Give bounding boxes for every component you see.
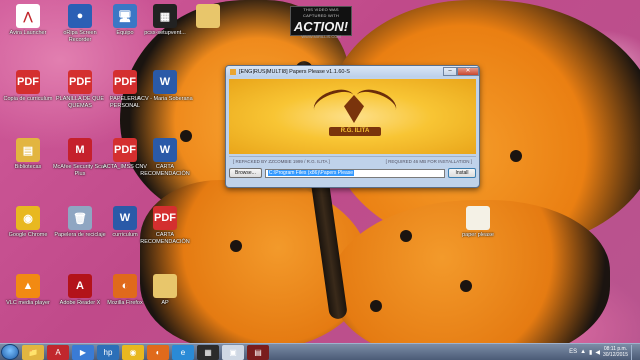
installer-window[interactable]: [ENG|RUS|MULTI8] Papers Please v1.1.60-S… bbox=[225, 65, 480, 188]
desktop-icon-label: pcsx-setupvent... bbox=[144, 30, 186, 36]
install-path-value: C:\Program Files (x86)\Papers Please bbox=[267, 169, 355, 176]
papers-please-icon[interactable]: ▤ bbox=[247, 344, 269, 360]
avira-icon: ⋀ bbox=[16, 4, 40, 28]
taskbar: 📁 A ▶ hp ◉ ◐ e ▦ ▣ ▤ ES ▲ ▮ ◀ 08:11 p.m. 30/12/20… bbox=[0, 343, 640, 360]
computer-icon: 🖥 bbox=[113, 4, 137, 28]
minimize-button[interactable]: – bbox=[443, 67, 457, 76]
mcafee-icon: M bbox=[68, 138, 92, 162]
wing-spot bbox=[370, 300, 382, 312]
desktop-icon-label: CARTA RECOMENDACIÓN bbox=[140, 164, 190, 177]
desktop-icon[interactable] bbox=[180, 4, 236, 30]
watermark-brand: ACTION! bbox=[293, 19, 349, 34]
window-title: [ENG|RUS|MULTI8] Papers Please v1.1.60-S bbox=[239, 68, 350, 75]
explorer-icon[interactable]: 📁 bbox=[22, 344, 44, 360]
install-button[interactable]: Install bbox=[448, 168, 476, 178]
show-desktop-button[interactable] bbox=[631, 344, 637, 360]
word-icon: W bbox=[153, 70, 177, 94]
recorder-watermark: THIS VIDEO WAS CAPTURED WITH ACTION! WWW… bbox=[290, 6, 352, 39]
volume-icon[interactable]: ◀ bbox=[595, 349, 600, 356]
system-tray: ES ▲ ▮ ◀ 08:11 p.m. 30/12/2015 bbox=[569, 344, 640, 360]
desktop-icon-label: Google Chrome bbox=[8, 232, 48, 238]
app-icon: ▦ bbox=[153, 4, 177, 28]
adobe-reader-icon: A bbox=[68, 274, 92, 298]
hp-icon[interactable]: hp bbox=[97, 344, 119, 360]
ie-icon[interactable]: e bbox=[172, 344, 194, 360]
clock[interactable]: 08:11 p.m. 30/12/2015 bbox=[603, 346, 628, 358]
clock-date: 30/12/2015 bbox=[602, 352, 628, 358]
firefox-icon[interactable]: ◐ bbox=[147, 344, 169, 360]
folder-icon bbox=[196, 4, 220, 28]
word-icon: W bbox=[153, 138, 177, 162]
desktop-icon[interactable]: PDF CARTA RECOMENDACIÓN bbox=[137, 206, 193, 245]
info-row: [ REPACKED BY ZZCOMBIE 1999 / R.G. ILITA… bbox=[229, 156, 476, 166]
desktop-icon-label: VLC media player bbox=[6, 300, 50, 306]
desktop-icon[interactable]: ▤ Bibliotecas bbox=[0, 138, 56, 171]
pdf-icon: PDF bbox=[16, 70, 40, 94]
browse-button[interactable]: Browse... bbox=[229, 168, 262, 178]
wing-spot bbox=[400, 230, 412, 242]
path-row: Browse... C:\Program Files (x86)\Papers … bbox=[229, 168, 476, 178]
chrome-icon: ◉ bbox=[16, 206, 40, 230]
chrome-icon[interactable]: ◉ bbox=[122, 344, 144, 360]
installer-banner: R.G. ILITA bbox=[229, 79, 476, 154]
install-path-input[interactable]: C:\Program Files (x86)\Papers Please bbox=[264, 168, 445, 178]
logo-text: R.G. ILITA bbox=[329, 127, 381, 136]
close-button[interactable]: ✕ bbox=[457, 67, 479, 76]
pdf-icon: PDF bbox=[113, 138, 137, 162]
watermark-caption: THIS VIDEO WAS CAPTURED WITH bbox=[303, 7, 339, 18]
window-titlebar[interactable]: [ENG|RUS|MULTI8] Papers Please v1.1.60-S… bbox=[226, 66, 479, 77]
folder-icon bbox=[153, 274, 177, 298]
pdf-icon: PDF bbox=[113, 70, 137, 94]
recycle-bin-icon: 🗑 bbox=[68, 206, 92, 230]
vlc-icon: ▲ bbox=[16, 274, 40, 298]
desktop-icon-label: Copia de curriculum bbox=[3, 96, 53, 102]
start-button[interactable] bbox=[1, 344, 19, 360]
desktop-icon[interactable]: ▲ VLC media player bbox=[0, 274, 56, 307]
desktop-icon[interactable]: W CARTA RECOMENDACIÓN bbox=[137, 138, 193, 177]
desktop-icon-label: paper please bbox=[462, 232, 494, 238]
desktop-icon[interactable]: W ACV - Maria Soberana bbox=[137, 70, 193, 103]
media-player-icon[interactable]: ▶ bbox=[72, 344, 94, 360]
wing-spot bbox=[460, 280, 472, 292]
required-space: [ REQUIRED 46 MB FOR INSTALLATION ] bbox=[385, 159, 472, 164]
desktop-icon[interactable]: ⋀ Avira Launcher bbox=[0, 4, 56, 37]
recorder-icon: ● bbox=[68, 4, 92, 28]
game-icon[interactable]: ▦ bbox=[197, 344, 219, 360]
desktop-icon[interactable]: ◉ Google Chrome bbox=[0, 206, 56, 239]
desktop-icon[interactable]: PDF Copia de curriculum bbox=[0, 70, 56, 103]
libraries-icon: ▤ bbox=[16, 138, 40, 162]
firefox-icon: ◐ bbox=[113, 274, 137, 298]
desktop-icon-label: Bibliotecas bbox=[14, 164, 42, 170]
wing-spot bbox=[510, 150, 522, 162]
watermark-site: WWW.MIRILLIS.COM bbox=[301, 34, 341, 39]
taskbar-pinned-apps: 📁 A ▶ hp ◉ ◐ e ▦ ▣ ▤ bbox=[19, 344, 269, 360]
network-icon[interactable]: ▮ bbox=[589, 349, 592, 356]
wing-spot bbox=[230, 240, 242, 252]
app-icon bbox=[230, 68, 236, 75]
installer-icon[interactable]: ▣ bbox=[222, 344, 244, 360]
desktop-icon-label: AP bbox=[161, 300, 169, 306]
repack-info: [ REPACKED BY ZZCOMBIE 1999 / R.G. ILITA… bbox=[233, 159, 330, 164]
show-hidden-icons-icon[interactable]: ▲ bbox=[580, 349, 586, 355]
desktop-icon-label: Avira Launcher bbox=[9, 30, 47, 36]
language-indicator[interactable]: ES bbox=[569, 349, 577, 355]
desktop-icon[interactable]: paper please bbox=[450, 206, 506, 239]
pdf-icon: PDF bbox=[153, 206, 177, 230]
folder-icon bbox=[466, 206, 490, 230]
word-icon: W bbox=[113, 206, 137, 230]
desktop-icon-label: CARTA RECOMENDACIÓN bbox=[140, 232, 190, 245]
action-recorder-icon[interactable]: A bbox=[47, 344, 69, 360]
desktop-icon[interactable]: AP bbox=[137, 274, 193, 307]
pdf-icon: PDF bbox=[68, 70, 92, 94]
desktop-icon-label: ACV - Maria Soberana bbox=[137, 96, 193, 102]
